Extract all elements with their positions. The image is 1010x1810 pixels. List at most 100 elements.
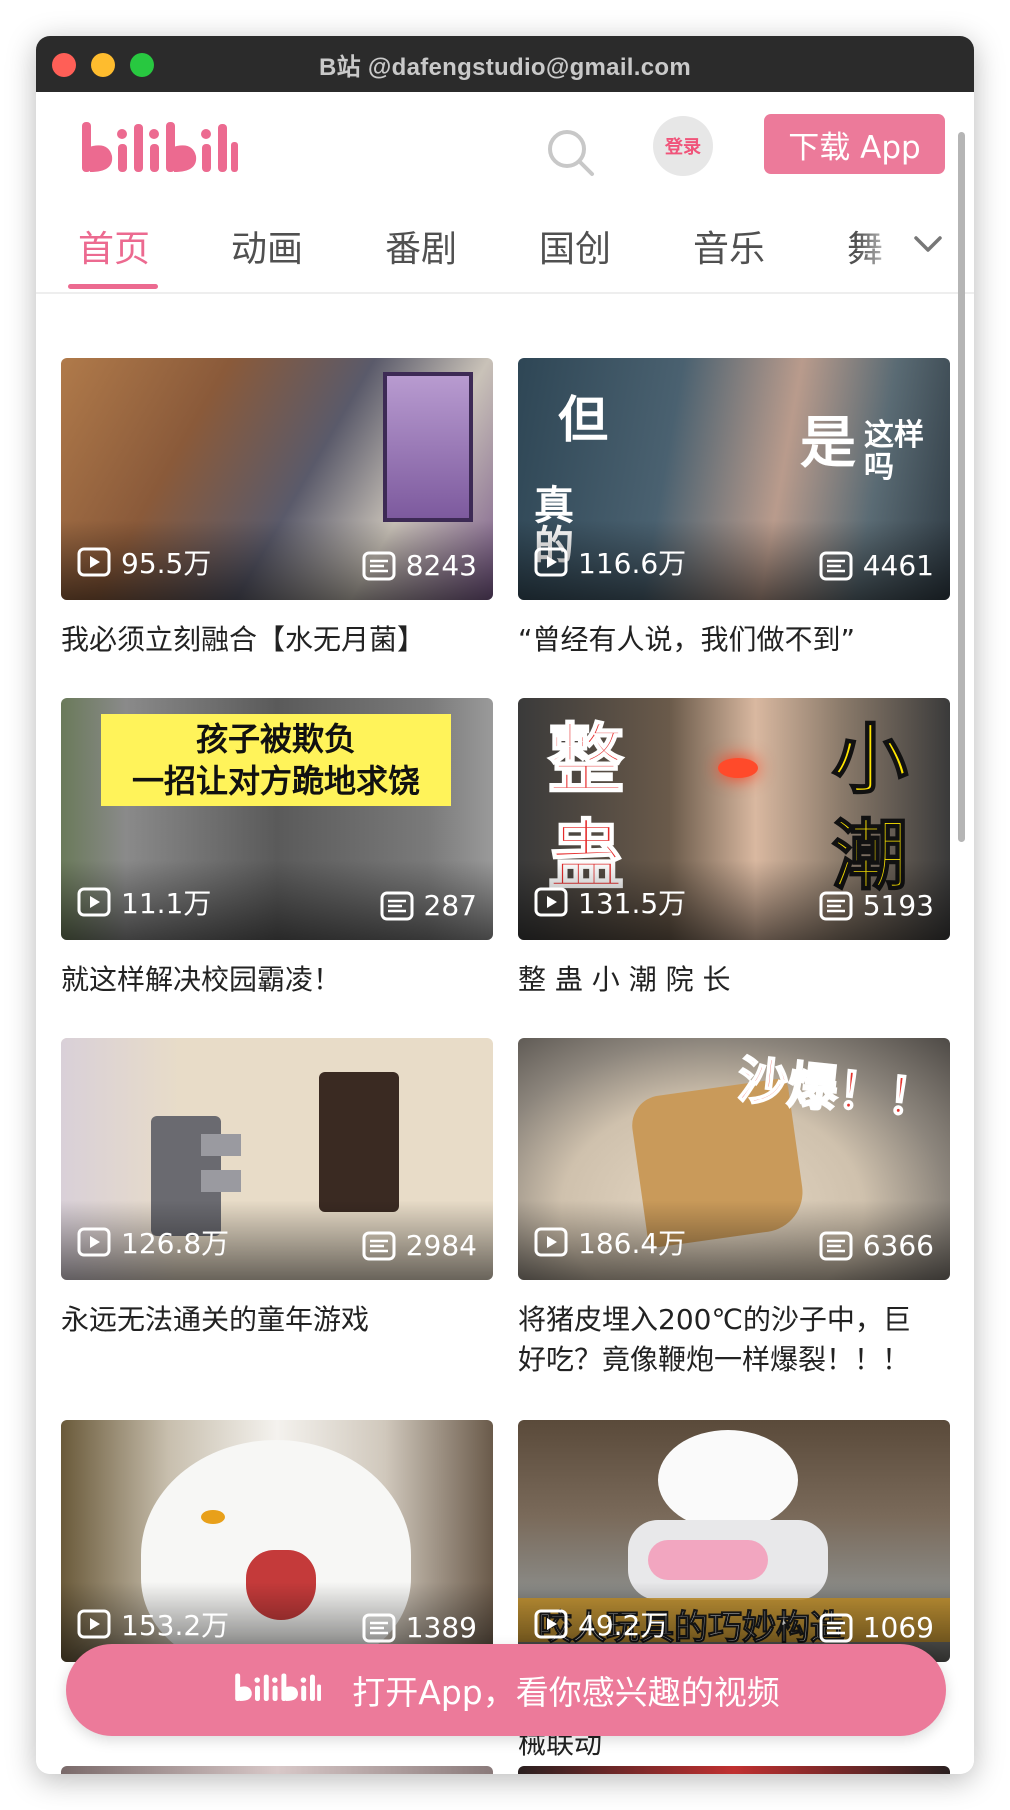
video-card[interactable]: 但 真的 是 这样吗 116.6万 4461 “曾经有人说，我们做不到” bbox=[518, 358, 950, 660]
video-thumbnail[interactable]: 126.8万 2984 bbox=[61, 1038, 493, 1280]
danmaku-count: 287 bbox=[380, 889, 477, 922]
view-count-value: 95.5万 bbox=[121, 547, 212, 580]
view-count-value: 186.4万 bbox=[578, 1227, 687, 1260]
play-icon bbox=[534, 887, 568, 917]
video-thumbnail[interactable] bbox=[518, 1766, 950, 1774]
close-window-button[interactable] bbox=[52, 53, 76, 77]
view-count: 153.2万 bbox=[77, 1604, 229, 1644]
view-count: 116.6万 bbox=[534, 542, 686, 582]
glowing-eye bbox=[718, 758, 758, 778]
video-thumbnail[interactable]: 但 真的 是 这样吗 116.6万 4461 bbox=[518, 358, 950, 600]
danmaku-count-value: 4461 bbox=[862, 549, 934, 582]
danmaku-count-value: 287 bbox=[423, 889, 477, 922]
view-count-value: 153.2万 bbox=[121, 1609, 230, 1642]
video-title[interactable]: 整 蛊 小 潮 院 长 bbox=[518, 960, 938, 1000]
active-tab-indicator bbox=[68, 284, 158, 289]
play-icon bbox=[77, 1227, 111, 1257]
pixel-character-right bbox=[319, 1072, 399, 1212]
video-title[interactable]: 永远无法通关的童年游戏 bbox=[61, 1300, 481, 1340]
open-app-banner[interactable]: 打开App，看你感兴趣的视频 bbox=[66, 1644, 946, 1736]
video-thumbnail[interactable]: 整蛊 小潮 131.5万 5193 bbox=[518, 698, 950, 940]
video-title[interactable]: 将猪皮埋入200℃的沙子中，巨好吃？竟像鞭炮一样爆裂！！！ bbox=[518, 1300, 938, 1380]
danmaku-icon bbox=[380, 891, 414, 920]
category-tabs: 首页 动画 番剧 国创 音乐 舞 bbox=[36, 202, 974, 294]
tab-guochuang[interactable]: 国创 bbox=[539, 220, 611, 272]
danmaku-count: 4461 bbox=[819, 549, 934, 582]
scrollbar[interactable] bbox=[958, 132, 965, 842]
danmaku-icon bbox=[362, 1231, 396, 1260]
bilibili-logo-icon[interactable] bbox=[78, 112, 238, 192]
video-title[interactable]: 就这样解决校园霸凌！ bbox=[61, 960, 481, 1000]
play-icon bbox=[534, 1227, 568, 1257]
browser-window: B站 @dafengstudio@gmail.com 登录 下载 App 首页 … bbox=[36, 36, 974, 1774]
video-card[interactable]: 153.2万 1389 bbox=[61, 1420, 493, 1682]
login-button[interactable]: 登录 bbox=[653, 116, 713, 176]
video-card[interactable]: 整蛊 小潮 131.5万 5193 整 蛊 小 潮 院 长 bbox=[518, 698, 950, 1000]
danmaku-count-value: 1069 bbox=[862, 1611, 934, 1644]
danmaku-count-value: 2984 bbox=[405, 1229, 477, 1262]
danmaku-count: 2984 bbox=[362, 1229, 477, 1262]
view-count: 131.5万 bbox=[534, 882, 686, 922]
video-card[interactable]: 95.5万 8243 我必须立刻融合【水无月菌】 bbox=[61, 358, 493, 660]
window-controls bbox=[52, 53, 154, 77]
danmaku-count: 8243 bbox=[362, 549, 477, 582]
download-app-button[interactable]: 下载 App bbox=[764, 114, 945, 174]
card-image bbox=[383, 372, 473, 522]
danmaku-count: 6366 bbox=[819, 1229, 934, 1262]
title-bar: B站 @dafengstudio@gmail.com bbox=[36, 36, 974, 92]
play-icon bbox=[77, 1609, 111, 1639]
danmaku-icon bbox=[819, 551, 853, 580]
danmaku-icon bbox=[819, 1231, 853, 1260]
search-icon[interactable] bbox=[544, 126, 598, 180]
view-count: 95.5万 bbox=[77, 542, 211, 582]
view-count: 126.8万 bbox=[77, 1222, 229, 1262]
danmaku-icon bbox=[819, 1613, 853, 1642]
tab-animation[interactable]: 动画 bbox=[231, 220, 303, 272]
danmaku-count-value: 1389 bbox=[405, 1611, 477, 1644]
view-count-value: 131.5万 bbox=[578, 887, 687, 920]
tab-bangumi[interactable]: 番剧 bbox=[385, 220, 457, 272]
window-title: B站 @dafengstudio@gmail.com bbox=[319, 53, 691, 81]
play-icon bbox=[534, 547, 568, 577]
view-count-value: 11.1万 bbox=[121, 887, 212, 920]
video-title[interactable]: “曾经有人说，我们做不到” bbox=[518, 620, 938, 660]
bilibili-logo-icon bbox=[235, 1673, 322, 1701]
view-count: 186.4万 bbox=[534, 1222, 686, 1262]
tab-music[interactable]: 音乐 bbox=[693, 220, 765, 272]
tab-home[interactable]: 首页 bbox=[78, 220, 150, 272]
play-icon bbox=[534, 1609, 568, 1639]
panda-head bbox=[658, 1430, 798, 1530]
minimize-window-button[interactable] bbox=[91, 53, 115, 77]
video-thumbnail[interactable]: 沙爆！！ 186.4万 6366 bbox=[518, 1038, 950, 1280]
page-content: 登录 下载 App 首页 动画 番剧 国创 音乐 舞 95. bbox=[36, 92, 974, 1774]
site-header: 登录 下载 App bbox=[36, 92, 974, 202]
danmaku-count-value: 5193 bbox=[862, 889, 934, 922]
video-thumbnail[interactable]: 咬人玩具的巧妙构造 49.2万 1069 bbox=[518, 1420, 950, 1662]
danmaku-icon bbox=[362, 1613, 396, 1642]
danmaku-icon bbox=[362, 551, 396, 580]
danmaku-count: 1389 bbox=[362, 1611, 477, 1644]
danmaku-icon bbox=[819, 891, 853, 920]
open-app-text: 打开App，看你感兴趣的视频 bbox=[352, 1673, 780, 1712]
danmaku-count: 1069 bbox=[819, 1611, 934, 1644]
video-title[interactable]: 我必须立刻融合【水无月菌】 bbox=[61, 620, 481, 660]
view-count: 11.1万 bbox=[77, 882, 211, 922]
video-thumbnail[interactable] bbox=[61, 1766, 493, 1774]
view-count-value: 116.6万 bbox=[578, 547, 687, 580]
view-count: 49.2万 bbox=[534, 1604, 668, 1644]
chevron-down-icon[interactable] bbox=[908, 224, 948, 264]
video-thumbnail[interactable]: 95.5万 8243 bbox=[61, 358, 493, 600]
danmaku-count: 5193 bbox=[819, 889, 934, 922]
video-card[interactable]: 沙爆！！ 186.4万 6366 将猪皮埋入200℃的沙子中，巨好吃？竟像鞭炮一… bbox=[518, 1038, 950, 1380]
play-icon bbox=[77, 887, 111, 917]
maximize-window-button[interactable] bbox=[130, 53, 154, 77]
danmaku-count-value: 8243 bbox=[405, 549, 477, 582]
danmaku-count-value: 6366 bbox=[862, 1229, 934, 1262]
video-card[interactable]: 126.8万 2984 永远无法通关的童年游戏 bbox=[61, 1038, 493, 1340]
video-card[interactable]: 孩子被欺负 一招让对方跪地求饶 11.1万 287 就这样解决校园霸凌！ bbox=[61, 698, 493, 1000]
video-thumbnail[interactable]: 孩子被欺负 一招让对方跪地求饶 11.1万 287 bbox=[61, 698, 493, 940]
view-count-value: 126.8万 bbox=[121, 1227, 230, 1260]
video-thumbnail[interactable]: 153.2万 1389 bbox=[61, 1420, 493, 1662]
view-count-value: 49.2万 bbox=[578, 1609, 669, 1642]
play-icon bbox=[77, 547, 111, 577]
